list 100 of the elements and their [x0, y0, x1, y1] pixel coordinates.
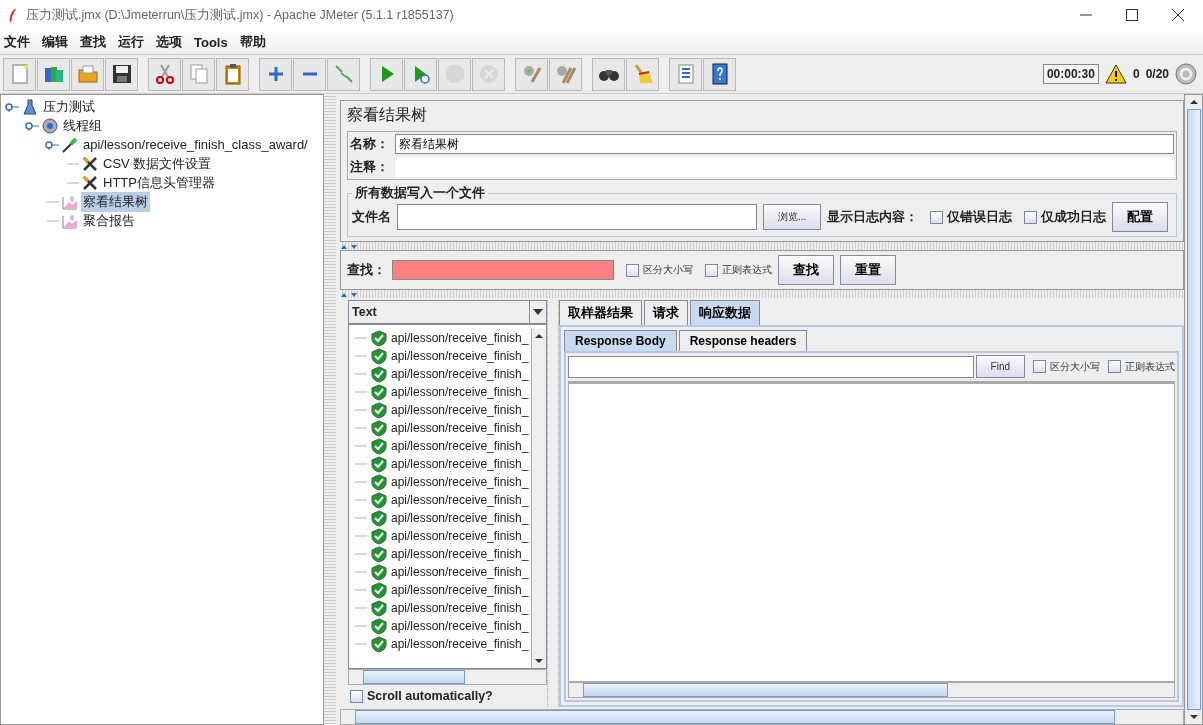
- arrow-down-icon[interactable]: [535, 659, 543, 663]
- start-button[interactable]: [370, 57, 403, 91]
- expand-handle-icon[interactable]: [25, 120, 39, 131]
- tree-line-icon: [355, 534, 367, 538]
- remote-status-icon: [1175, 63, 1197, 85]
- sample-result[interactable]: api/lesson/receive_finish_: [391, 565, 529, 579]
- arrow-up-icon[interactable]: [1189, 100, 1198, 104]
- check-shield-icon: [371, 509, 387, 527]
- tree-node[interactable]: 聚合报告: [81, 210, 137, 231]
- sample-result[interactable]: api/lesson/receive_finish_: [391, 583, 529, 597]
- sample-result[interactable]: api/lesson/receive_finish_: [391, 457, 529, 471]
- new-button[interactable]: [3, 57, 36, 91]
- sample-result[interactable]: api/lesson/receive_finish_: [391, 529, 529, 543]
- sample-result[interactable]: api/lesson/receive_finish_: [391, 367, 529, 381]
- tree-line-icon: [355, 372, 367, 376]
- functions-button[interactable]: [669, 57, 702, 91]
- sample-result[interactable]: api/lesson/receive_finish_: [391, 439, 529, 453]
- arrow-down-icon[interactable]: [1189, 715, 1198, 719]
- expand-handle-icon[interactable]: [45, 139, 59, 150]
- checkbox[interactable]: [930, 210, 944, 224]
- check-shield-icon: [371, 419, 387, 437]
- split-arrows-icon[interactable]: [340, 244, 360, 250]
- sample-result[interactable]: api/lesson/receive_finish_: [391, 493, 529, 507]
- tree-node[interactable]: api/lesson/receive_finish_class_award/: [81, 136, 310, 153]
- tree-line-icon: [355, 354, 367, 358]
- tree-node[interactable]: 压力测试: [41, 96, 97, 117]
- sample-result[interactable]: api/lesson/receive_finish_: [391, 421, 529, 435]
- menu-item[interactable]: 编辑: [42, 33, 68, 51]
- toggle-button[interactable]: [327, 57, 360, 91]
- tree-node[interactable]: 线程组: [61, 115, 104, 136]
- sample-result[interactable]: api/lesson/receive_finish_: [391, 637, 529, 651]
- tab[interactable]: Response headers: [678, 330, 808, 351]
- config-button[interactable]: 配置: [1112, 202, 1169, 232]
- find-button[interactable]: 查找: [778, 255, 834, 285]
- menu-item[interactable]: 帮助: [239, 33, 266, 51]
- scrollbar[interactable]: [1184, 94, 1203, 725]
- menu-item[interactable]: 运行: [118, 33, 144, 51]
- start-no-pause-button[interactable]: [404, 57, 437, 91]
- gear-icon: [41, 116, 59, 135]
- filename-field[interactable]: [397, 204, 757, 230]
- split-arrows-icon[interactable]: [340, 292, 360, 298]
- tree-node[interactable]: 察看结果树: [81, 191, 150, 212]
- help-button[interactable]: [703, 57, 736, 91]
- scrollbar[interactable]: [531, 329, 546, 668]
- checkbox[interactable]: [1108, 360, 1121, 373]
- tree-line-icon: [355, 390, 367, 394]
- tree-line-icon: [355, 408, 367, 412]
- menu-item[interactable]: 选项: [156, 33, 182, 51]
- clear-all-button[interactable]: [549, 57, 582, 91]
- browse-button[interactable]: 浏览...: [763, 204, 822, 230]
- save-button[interactable]: [105, 57, 138, 91]
- checkbox[interactable]: [1033, 360, 1046, 373]
- menu-item[interactable]: Tools: [194, 34, 228, 50]
- collapse-button[interactable]: [293, 57, 326, 91]
- sample-result[interactable]: api/lesson/receive_finish_: [391, 403, 529, 417]
- reset-button[interactable]: 重置: [840, 255, 896, 285]
- find-button[interactable]: Find: [975, 355, 1025, 378]
- menu-item[interactable]: 文件: [4, 33, 30, 51]
- sample-result[interactable]: api/lesson/receive_finish_: [391, 349, 529, 363]
- sample-result[interactable]: api/lesson/receive_finish_: [391, 385, 529, 399]
- checkbox[interactable]: [350, 689, 363, 703]
- tab[interactable]: Response Body: [564, 330, 677, 351]
- clear-button[interactable]: [515, 57, 548, 91]
- name-field[interactable]: 察看结果树: [395, 134, 1174, 154]
- tab[interactable]: 响应数据: [690, 300, 760, 325]
- find-field[interactable]: [568, 355, 974, 378]
- renderer-dropdown[interactable]: Text: [348, 300, 547, 324]
- cut-button[interactable]: [148, 57, 181, 91]
- sample-result[interactable]: api/lesson/receive_finish_: [391, 619, 529, 633]
- templates-button[interactable]: [37, 57, 70, 91]
- sample-result[interactable]: api/lesson/receive_finish_: [391, 331, 529, 345]
- elapsed-time: 00:00:30: [1042, 64, 1099, 84]
- tab[interactable]: 请求: [644, 300, 688, 325]
- scrollbar[interactable]: [348, 669, 547, 685]
- arrow-up-icon[interactable]: [535, 334, 543, 338]
- tree-line-icon: [355, 642, 367, 646]
- sample-result[interactable]: api/lesson/receive_finish_: [391, 601, 529, 615]
- paste-button[interactable]: [216, 57, 249, 91]
- tree-node[interactable]: HTTP信息头管理器: [101, 172, 217, 193]
- close-icon[interactable]: [1171, 8, 1185, 22]
- maximize-icon[interactable]: [1125, 8, 1139, 22]
- scrollbar[interactable]: [568, 682, 1175, 698]
- tools-icon: [81, 154, 99, 173]
- sample-result[interactable]: api/lesson/receive_finish_: [391, 511, 529, 525]
- sample-result[interactable]: api/lesson/receive_finish_: [391, 475, 529, 489]
- menu-item[interactable]: 查找: [80, 33, 106, 51]
- search-field[interactable]: [392, 260, 614, 280]
- tab[interactable]: 取样器结果: [559, 300, 642, 325]
- warning-icon[interactable]: [1104, 64, 1127, 84]
- checkbox[interactable]: [1024, 210, 1038, 224]
- check-shield-icon: [371, 401, 387, 419]
- tree-line-icon: [355, 462, 367, 466]
- expand-handle-icon[interactable]: [5, 101, 19, 112]
- tree-node[interactable]: CSV 数据文件设置: [101, 153, 214, 174]
- checkbox[interactable]: [626, 263, 639, 277]
- sample-result[interactable]: api/lesson/receive_finish_: [391, 547, 529, 561]
- search-button[interactable]: [592, 57, 625, 91]
- scrollbar[interactable]: [340, 709, 1184, 725]
- checkbox[interactable]: [705, 263, 718, 277]
- expand-button[interactable]: [259, 57, 292, 91]
